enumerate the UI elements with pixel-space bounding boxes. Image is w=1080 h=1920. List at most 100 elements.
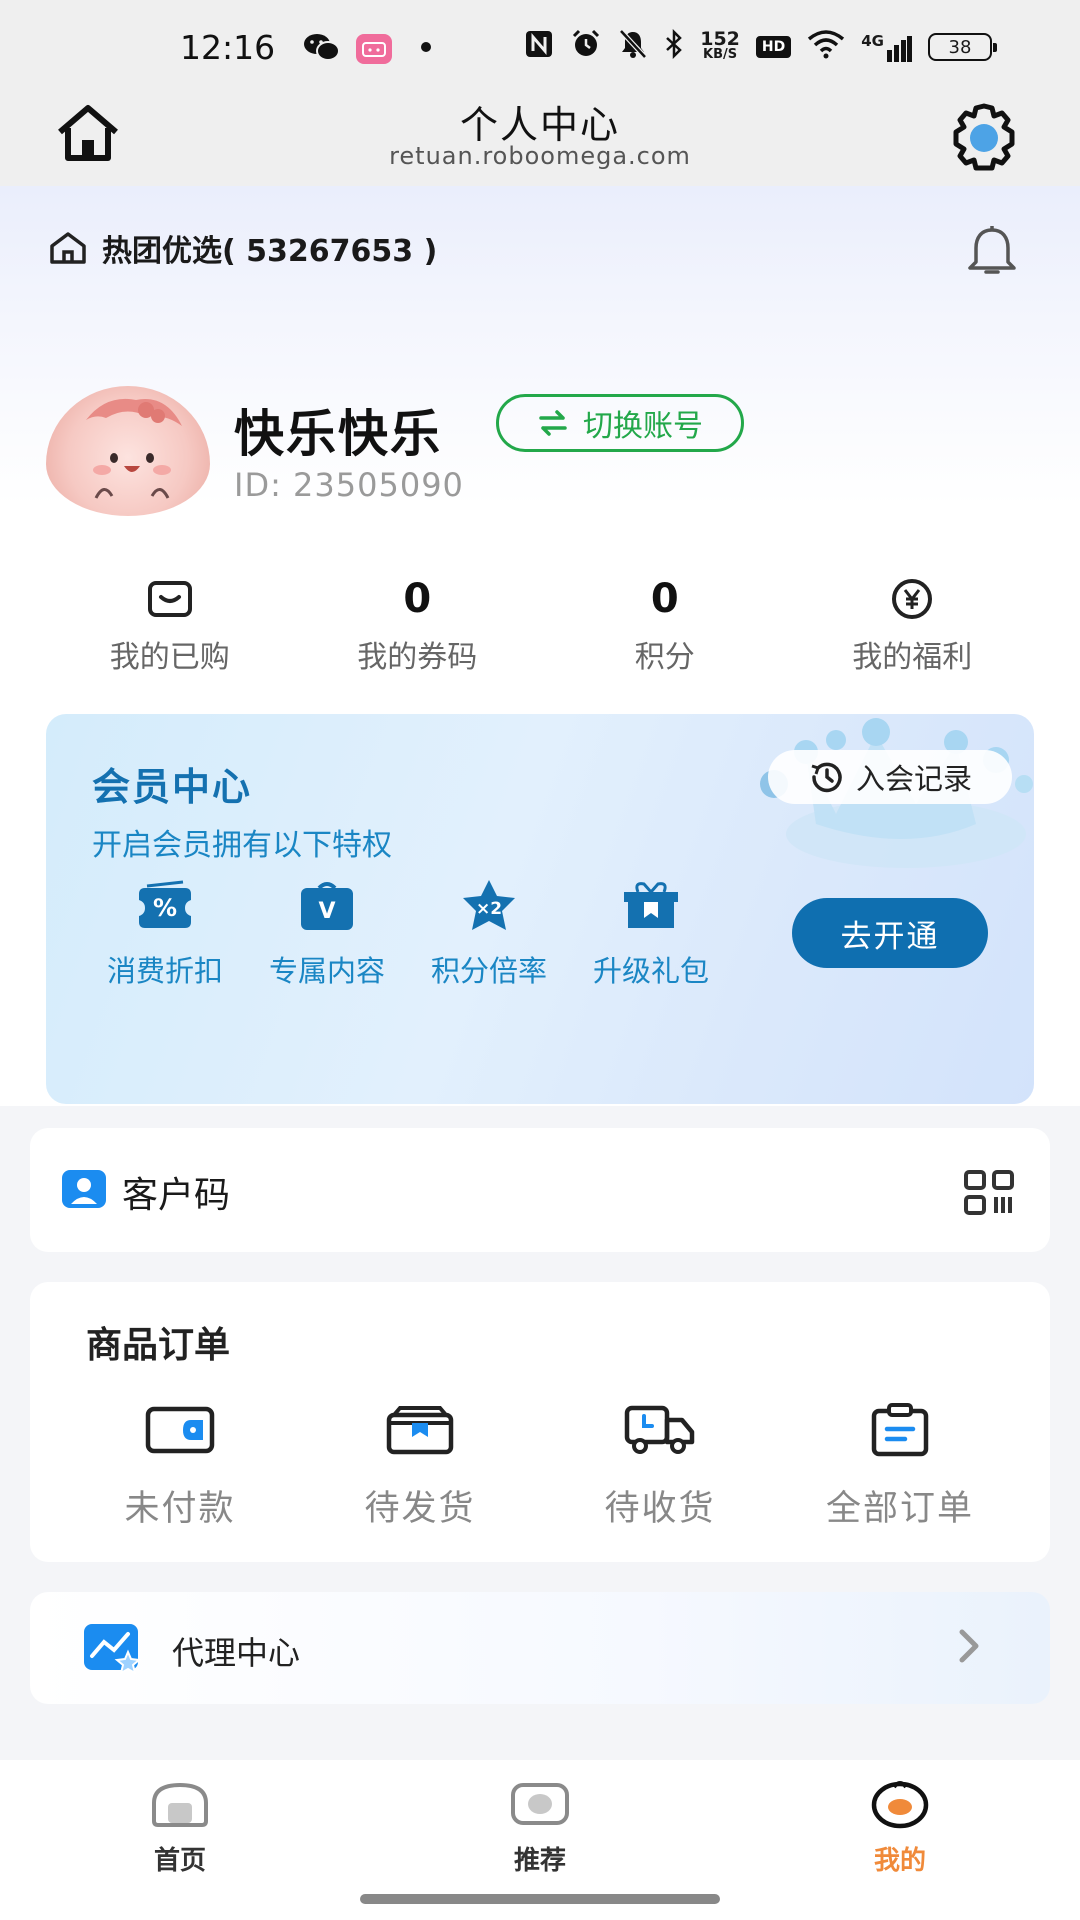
signal-type-label: 4G [861,32,884,50]
order-pending-receipt[interactable]: 待收货 [540,1402,780,1531]
stat-coupons[interactable]: 0 我的券码 [294,576,542,676]
benefits-icon-wrap [789,576,1037,622]
alarm-icon [570,28,602,66]
exclusive-icon-text: V [318,899,335,924]
nav-recommend[interactable]: 推荐 [460,1776,620,1877]
customer-badge-icon [60,1168,108,1214]
stat-label: 积分 [634,640,695,675]
gift-package-icon [624,882,678,928]
delivery-truck-icon [624,1405,695,1454]
stat-value: 0 [403,576,432,622]
agent-center-label: 代理中心 [172,1634,301,1672]
page-title: 个人中心 [459,103,620,147]
stats-row: 我的已购 0 我的券码 0 积分 我的福利 [46,576,1036,676]
stat-label: 我的福利 [852,640,973,675]
perk-icon-wrap: % [92,878,238,934]
stat-purchased[interactable]: 我的已购 [46,576,294,676]
notifications-button[interactable] [962,224,1022,280]
perk-label: 升级礼包 [592,954,709,988]
network-speed: 152 KB/S [700,28,740,63]
discount-icon: % [139,880,191,928]
home-tab-icon [152,1782,208,1827]
cellular-signal-icon: 4G [861,32,912,62]
discount-icon-text: % [153,894,177,922]
stat-points[interactable]: 0 积分 [541,576,789,676]
perk-icon-wrap: ×2 [416,878,562,934]
order-pending-shipment[interactable]: 待发货 [300,1402,540,1531]
nav-home[interactable]: 首页 [100,1776,260,1877]
network-speed-value: 152 [700,28,740,50]
status-indicators: 152 KB/S HD 4G 38 [524,28,997,66]
perk-discount[interactable]: % 消费折扣 [92,878,238,990]
activate-membership-button[interactable]: 去开通 [792,898,988,968]
user-id: ID: 23505090 [234,466,464,504]
wifi-icon [807,29,845,65]
perk-label: 专属内容 [268,954,385,988]
nfc-icon [524,29,554,65]
order-icon-wrap [540,1402,780,1458]
profile-tab-icon [871,1781,929,1829]
member-center-title: 会员中心 [92,765,253,809]
order-label: 待收货 [604,1489,716,1529]
wechat-notification-icon [302,30,342,64]
mute-icon [618,28,648,66]
order-label: 未付款 [124,1489,236,1529]
perk-gift-package[interactable]: 升级礼包 [578,878,724,990]
user-nickname: 快乐快乐 [234,405,442,463]
stat-label: 我的已购 [109,640,230,675]
yen-coin-icon [892,579,933,619]
network-speed-unit: KB/S [703,47,738,62]
recommend-tab-icon [511,1783,569,1825]
perk-points-multiplier[interactable]: ×2 积分倍率 [416,878,562,990]
order-label: 待发货 [364,1489,476,1529]
crown-illustration [760,718,1033,868]
exclusive-content-icon: V [301,882,353,930]
store-selector[interactable]: 热团优选( 53267653 ) [48,226,437,270]
clipboard-icon [871,1403,929,1457]
order-label: 全部订单 [825,1489,974,1529]
settings-button[interactable] [946,100,1022,176]
customer-code-row[interactable]: 客户码 [30,1128,1050,1252]
stat-label: 我的券码 [357,640,478,675]
member-center-card[interactable]: 会员中心 开启会员拥有以下特权 % 消费折扣 V 专属内容 ×2 积分倍率 升级… [46,714,1034,1104]
product-orders-card: 商品订单 未付款 待发货 待收货 全部订单 [30,1282,1050,1562]
switch-account-label: 切换账号 [583,409,703,444]
agent-center-row[interactable]: 代理中心 [30,1592,1050,1704]
order-icon-wrap [60,1402,300,1458]
perk-icon-wrap: V [254,878,400,934]
membership-record-button[interactable]: 入会记录 [768,750,1012,804]
wallet-icon [147,581,192,617]
switch-arrows-icon [539,410,567,436]
purchased-icon-wrap [46,576,294,622]
orders-title: 商品订单 [86,1325,231,1366]
hd-badge: HD [755,36,792,58]
home-indicator-bar[interactable] [360,1894,720,1904]
bell-icon [968,226,1016,274]
more-notifications-dot-icon [420,30,432,64]
package-box-icon [386,1406,454,1455]
qr-code-icon[interactable] [964,1170,1016,1220]
stat-benefits[interactable]: 我的福利 [789,576,1037,676]
battery-indicator: 38 [928,33,997,61]
switch-account-button[interactable]: 切换账号 [496,394,744,452]
order-icon-wrap [300,1402,540,1458]
order-all[interactable]: 全部订单 [780,1402,1020,1531]
nav-label: 首页 [153,1846,206,1876]
order-unpaid[interactable]: 未付款 [60,1402,300,1531]
order-icon-wrap [780,1402,1020,1458]
perk-label: 消费折扣 [106,954,223,988]
agent-chart-icon [82,1622,142,1678]
status-time: 12:16 [180,28,276,67]
perk-exclusive-content[interactable]: V 专属内容 [254,878,400,990]
nav-mine[interactable]: 我的 [820,1776,980,1877]
orders-status-row: 未付款 待发货 待收货 全部订单 [30,1402,1050,1531]
nav-label: 我的 [873,1846,926,1876]
gear-icon [953,103,1015,171]
stat-value: 0 [650,576,679,622]
nav-icon-wrap [820,1776,980,1832]
store-home-icon [50,232,86,264]
nav-icon-wrap [100,1776,260,1832]
history-clock-icon [811,762,842,793]
wallet-icon [145,1406,215,1454]
status-bar: 12:16 152 KB/S HD 4G 38 [0,0,1080,92]
